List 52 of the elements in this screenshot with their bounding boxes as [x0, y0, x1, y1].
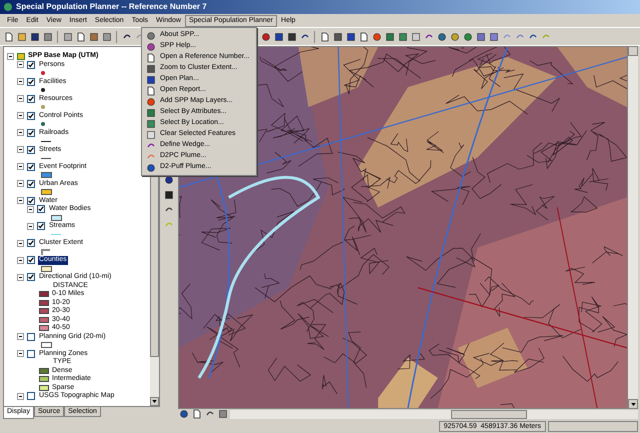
checkbox[interactable] — [27, 332, 35, 341]
checkbox[interactable] — [27, 146, 35, 154]
collapse-icon[interactable] — [17, 112, 24, 120]
checkbox[interactable] — [27, 60, 35, 69]
window-title: Special Population Planner -- Reference Number 7 — [16, 1, 207, 13]
open-icon[interactable] — [145, 52, 156, 63]
checkbox[interactable] — [37, 205, 45, 214]
collapse-icon[interactable] — [27, 206, 34, 213]
app-icon — [4, 3, 12, 11]
collapse-icon[interactable] — [17, 78, 24, 86]
collapse-icon[interactable] — [17, 392, 24, 400]
checkbox[interactable] — [27, 273, 35, 282]
collapse-icon[interactable] — [17, 274, 24, 281]
collapse-icon[interactable] — [7, 52, 14, 60]
urban-area — [458, 328, 528, 388]
map-layers-icon — [17, 52, 25, 60]
checkbox[interactable] — [27, 128, 35, 137]
checkbox[interactable] — [27, 94, 35, 103]
new-document-icon[interactable] — [3, 31, 14, 42]
collapse-icon[interactable] — [17, 146, 24, 154]
scroll-thumb[interactable] — [451, 410, 528, 418]
collapse-icon[interactable] — [17, 163, 24, 170]
scroll-up-icon[interactable] — [628, 46, 638, 56]
copy-icon[interactable] — [75, 31, 86, 42]
collapse-icon[interactable] — [27, 222, 34, 230]
collapse-icon[interactable] — [17, 256, 24, 264]
collapse-icon[interactable] — [17, 350, 24, 358]
scroll-down-icon[interactable] — [628, 399, 638, 409]
collapse-icon[interactable] — [17, 95, 24, 102]
collapse-icon[interactable] — [17, 129, 24, 136]
checkbox[interactable] — [27, 180, 35, 188]
horizontal-scrollbar[interactable] — [230, 410, 638, 418]
checkbox[interactable] — [27, 196, 35, 205]
checkbox[interactable] — [37, 222, 45, 230]
collapse-icon[interactable] — [17, 61, 24, 68]
checkbox[interactable] — [27, 256, 35, 264]
report-icon[interactable] — [145, 85, 156, 96]
collapse-icon[interactable] — [17, 333, 24, 340]
checkbox[interactable] — [27, 239, 35, 248]
collapse-icon[interactable] — [17, 180, 24, 188]
urban-area — [378, 358, 438, 408]
checkbox[interactable] — [27, 392, 35, 400]
collapse-icon[interactable] — [17, 240, 24, 247]
checkbox[interactable] — [27, 112, 35, 120]
map-vertical-scrollbar[interactable] — [628, 46, 638, 409]
collapse-icon[interactable] — [17, 197, 24, 204]
report-icon[interactable] — [358, 31, 369, 42]
checkbox[interactable] — [27, 350, 35, 358]
checkbox[interactable] — [27, 162, 35, 171]
open-icon[interactable] — [319, 31, 330, 42]
checkbox[interactable] — [27, 78, 35, 86]
scroll-down-icon[interactable] — [150, 397, 159, 406]
